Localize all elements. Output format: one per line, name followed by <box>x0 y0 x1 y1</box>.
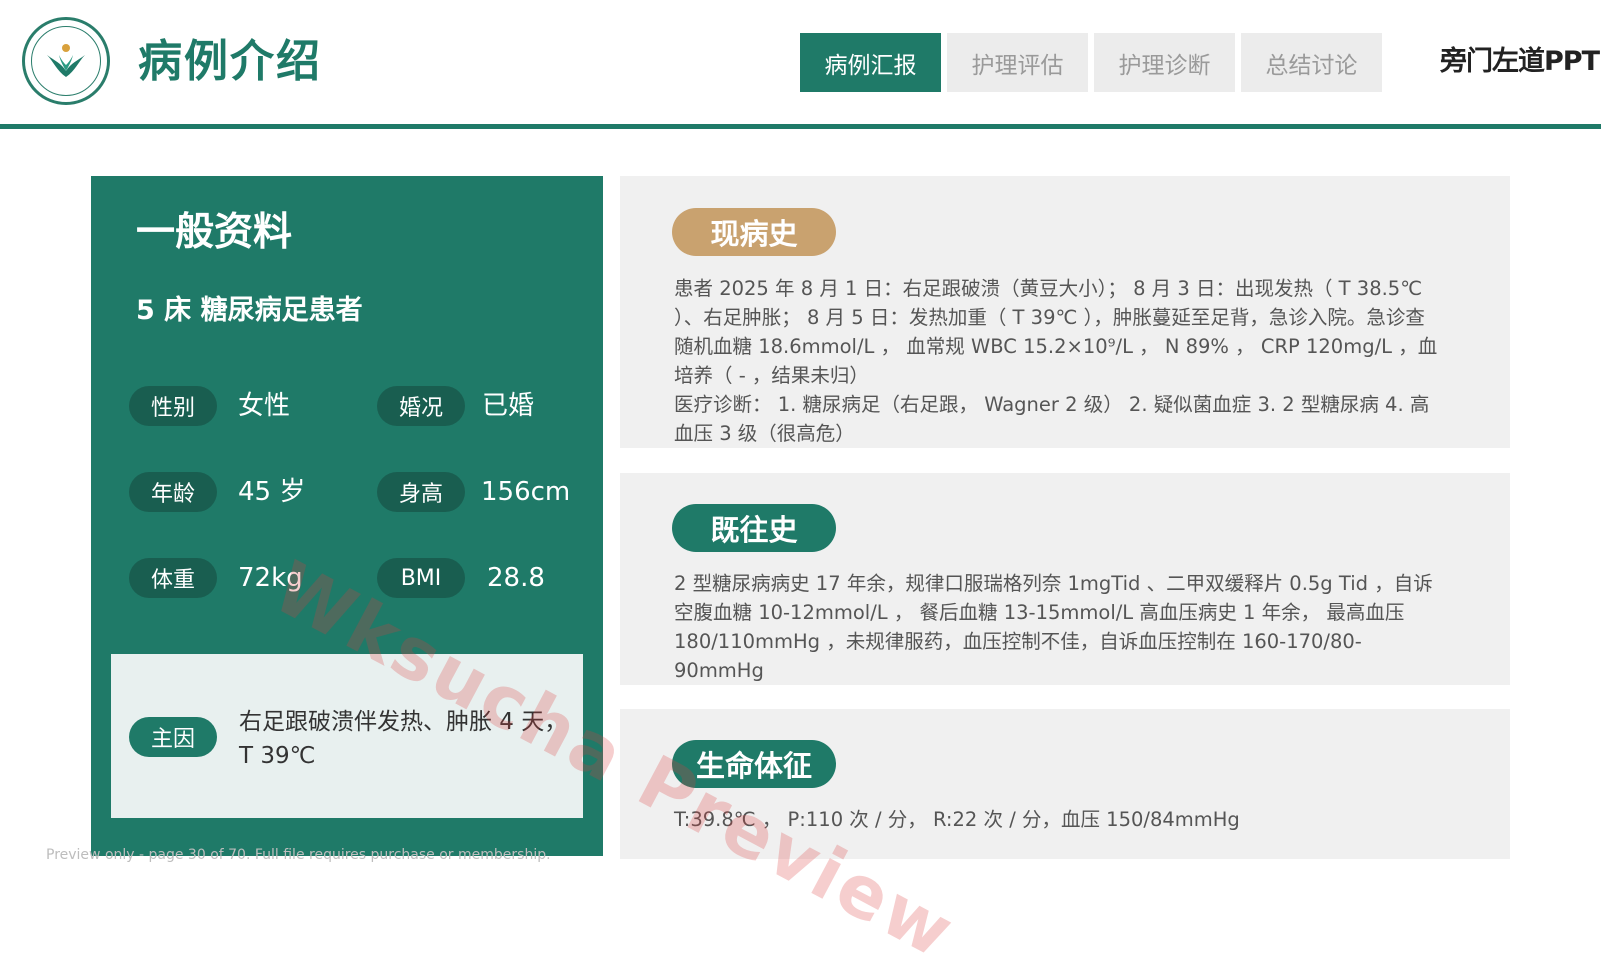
past-history-text: 2 型糖尿病病史 17 年余，规律口服瑞格列奈 1mgTid 、二甲双缓释片 0… <box>674 572 1433 682</box>
chief-complaint-label: 主因 <box>129 717 217 757</box>
general-info-card: 一般资料 5 床 糖尿病足患者 性别 女性 婚况 已婚 年龄 45 岁 身高 1… <box>91 176 603 856</box>
age-value: 45 岁 <box>238 477 306 507</box>
past-history-title: 既往史 <box>672 504 836 552</box>
marital-label: 婚况 <box>377 386 465 426</box>
chief-complaint-box: 主因 右足跟破溃伴发热、肿胀 4 天，T 39℃ <box>111 654 583 818</box>
vital-signs-title: 生命体征 <box>672 740 836 788</box>
gender-value: 女性 <box>238 391 291 421</box>
vital-signs-text: T:39.8℃ ， P:110 次 / 分， R:22 次 / 分，血压 150… <box>674 808 1240 831</box>
tab-summary-discussion[interactable]: 总结讨论 <box>1241 33 1382 92</box>
weight-value: 72kg <box>238 563 303 593</box>
medical-diagnosis-line: 医疗诊断： 1. 糖尿病足（右足跟， Wagner 2 级） 2. 疑似菌血症 … <box>674 393 1430 445</box>
page-title: 病例介绍 <box>138 36 322 87</box>
marital-value: 已婚 <box>482 391 535 421</box>
brand-logo-text: 旁门左道PPT <box>1440 46 1600 77</box>
header: 病例介绍 病例汇报 护理评估 护理诊断 总结讨论 旁门左道PPT <box>0 0 1601 130</box>
hospital-emblem-icon <box>31 26 101 96</box>
weight-label: 体重 <box>129 558 217 598</box>
bmi-label: BMI <box>377 558 465 598</box>
gender-label: 性别 <box>129 386 217 426</box>
present-history-title: 现病史 <box>672 208 836 256</box>
height-value: 156cm <box>481 477 571 507</box>
preview-footer-note: Preview only - page 30 of 70. Full file … <box>46 847 551 863</box>
age-label: 年龄 <box>129 472 217 512</box>
tab-nursing-assessment[interactable]: 护理评估 <box>947 33 1088 92</box>
tab-nursing-diagnosis[interactable]: 护理诊断 <box>1094 33 1235 92</box>
present-history-text: 患者 2025 年 8 月 1 日：右足跟破溃（黄豆大小）； 8 月 3 日：出… <box>674 274 1444 448</box>
nav-tabs: 病例汇报 护理评估 护理诊断 总结讨论 <box>800 33 1382 92</box>
present-history-line: 患者 2025 年 8 月 1 日：右足跟破溃（黄豆大小）； 8 月 3 日：出… <box>674 277 1438 387</box>
height-label: 身高 <box>377 472 465 512</box>
patient-subtitle: 5 床 糖尿病足患者 <box>136 295 363 326</box>
vital-signs-section: 生命体征 T:39.8℃ ， P:110 次 / 分， R:22 次 / 分，血… <box>620 709 1510 859</box>
chief-complaint-text: 右足跟破溃伴发热、肿胀 4 天，T 39℃ <box>239 709 568 769</box>
hospital-logo <box>22 17 110 105</box>
past-history-section: 既往史 2 型糖尿病病史 17 年余，规律口服瑞格列奈 1mgTid 、二甲双缓… <box>620 473 1510 685</box>
bmi-value: 28.8 <box>487 563 545 593</box>
header-divider <box>0 124 1601 129</box>
tab-case-report[interactable]: 病例汇报 <box>800 33 941 92</box>
present-history-section: 现病史 患者 2025 年 8 月 1 日：右足跟破溃（黄豆大小）； 8 月 3… <box>620 176 1510 448</box>
general-info-title: 一般资料 <box>136 210 293 255</box>
